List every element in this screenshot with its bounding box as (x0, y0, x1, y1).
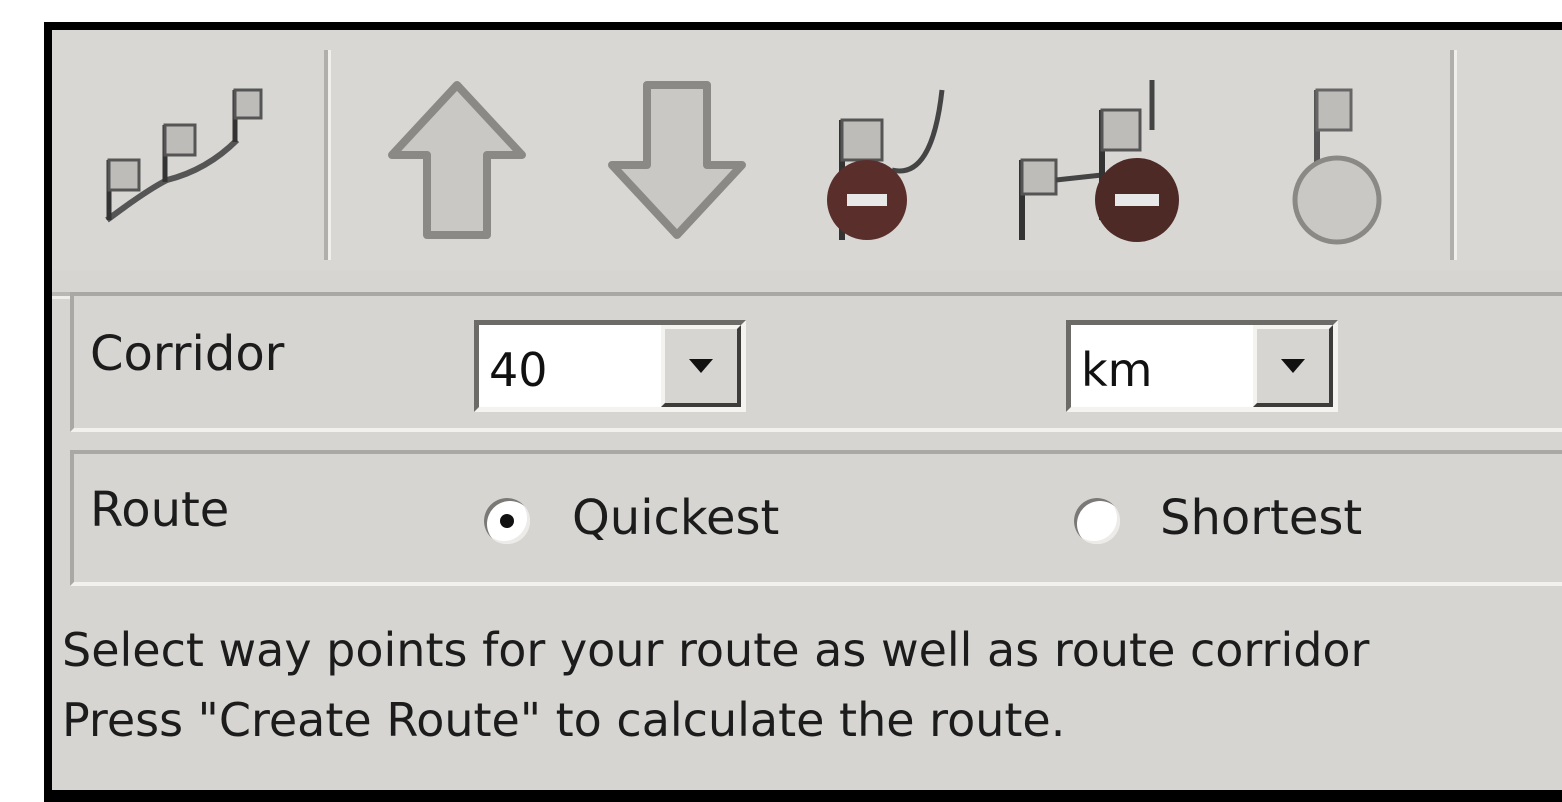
remove-start-flag-icon (827, 89, 945, 240)
corridor-label: Corridor (90, 326, 285, 382)
route-toolbar (52, 30, 1562, 270)
chevron-down-icon (1281, 359, 1305, 373)
corridor-distance-dropdown-button[interactable] (661, 325, 741, 407)
quickest-label[interactable]: Quickest (572, 490, 779, 546)
toolbar-separator (324, 50, 328, 260)
route-row: Route Quickest Shortest (70, 450, 1562, 586)
corridor-unit-dropdown-button[interactable] (1253, 325, 1333, 407)
move-up-button[interactable] (372, 60, 542, 260)
route-panel: Corridor 40 km Route Quickest Shortest S… (52, 30, 1562, 790)
corridor-unit-value: km (1081, 343, 1153, 397)
quickest-radio[interactable] (484, 498, 530, 544)
shortest-label[interactable]: Shortest (1160, 490, 1362, 546)
status-line-1: Select way points for your route as well… (62, 623, 1370, 677)
route-label: Route (90, 482, 230, 538)
shortest-radio[interactable] (1074, 498, 1120, 544)
route-flags-button[interactable] (92, 60, 263, 260)
remove-end-button[interactable] (1252, 60, 1422, 260)
remove-waypoint-flag-icon (1019, 80, 1179, 242)
corridor-distance-select[interactable]: 40 (474, 320, 746, 412)
remove-waypoint-button[interactable] (1012, 60, 1182, 260)
move-down-button[interactable] (592, 60, 762, 260)
remove-end-flag-icon (1292, 88, 1382, 245)
corridor-unit-select[interactable]: km (1066, 320, 1338, 412)
status-line-2: Press "Create Route" to calculate the ro… (62, 693, 1066, 747)
corridor-distance-value: 40 (489, 343, 548, 397)
radio-selected-dot (500, 514, 514, 528)
chevron-down-icon (689, 359, 713, 373)
route-flags-icon (105, 88, 263, 223)
corridor-row: Corridor 40 km (70, 292, 1562, 432)
move-down-icon (608, 81, 746, 239)
remove-start-button[interactable] (802, 60, 972, 260)
toolbar-separator (1450, 50, 1454, 260)
move-up-icon (388, 81, 526, 239)
